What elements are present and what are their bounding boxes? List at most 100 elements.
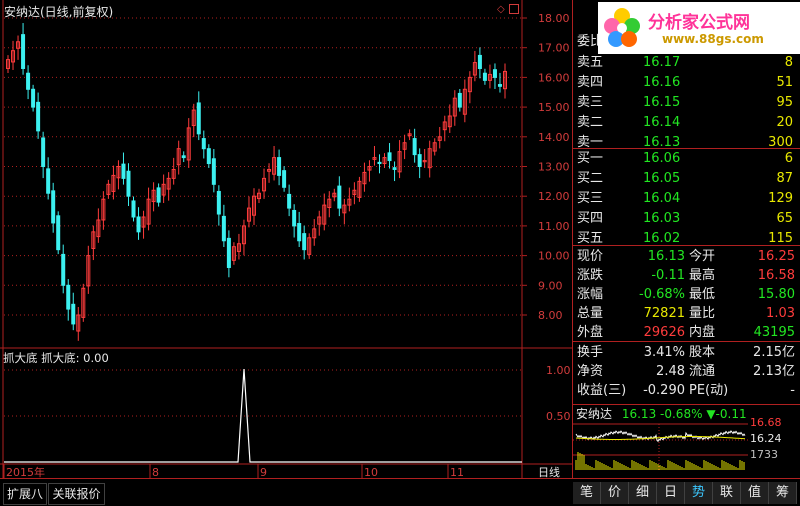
candle-body — [497, 84, 502, 87]
kline-svg[interactable]: 18.00 17.00 16.00 15.00 14.00 13.00 12.00 11.00… — [0, 0, 572, 478]
mini-intraday-chart[interactable] — [573, 422, 800, 472]
right-tab[interactable]: 日 — [657, 482, 685, 504]
bid-volume: 129 — [768, 191, 793, 206]
price-tick-label: 9.00 — [538, 279, 563, 292]
indicator-tick-label: 1.00 — [546, 364, 571, 377]
candle-body — [126, 170, 131, 197]
bid-volume: 6 — [784, 151, 793, 166]
candle-body — [457, 92, 462, 108]
price-tick-label: 8.00 — [538, 309, 563, 322]
price-tick-label: 11.00 — [538, 220, 570, 233]
candle-body — [387, 152, 392, 162]
finance-value: 2.13亿 — [753, 364, 795, 379]
candle-body — [181, 155, 186, 159]
candle-body — [297, 223, 302, 242]
price-tick-label: 17.00 — [538, 42, 570, 55]
quote-key: 涨跌 — [577, 268, 604, 283]
right-tab[interactable]: 值 — [741, 482, 769, 504]
indicator-title: 抓大底 抓大底: 0.00 — [3, 351, 109, 365]
date-label: 11 — [450, 466, 464, 478]
finance-value: 2.15亿 — [753, 345, 795, 360]
candle-body — [21, 34, 26, 69]
ask-volume: 8 — [784, 55, 793, 70]
candle-body — [51, 190, 56, 224]
right-tab[interactable]: 联 — [713, 482, 741, 504]
quote-key: 外盘 — [577, 325, 604, 340]
mini-volume: 1733 — [750, 448, 778, 461]
candle-body — [216, 190, 221, 215]
mini-pct: -0.68% — [660, 407, 703, 421]
tab-extension8[interactable]: 扩展八 — [3, 483, 47, 505]
quote-value: 16.25 — [757, 249, 795, 264]
right-tab[interactable]: 势 — [685, 482, 713, 504]
candle-body — [201, 138, 206, 150]
watermark-logo: 分析家公式网 www.88gs.com — [598, 2, 800, 54]
quote-row: 涨幅 -0.68% 最低 15.80 — [573, 284, 799, 305]
diamond-icon[interactable]: ◇ — [497, 4, 505, 15]
price-tick-label: 12.00 — [538, 190, 570, 203]
ask-volume: 20 — [776, 115, 793, 130]
candle-body — [61, 253, 66, 286]
quote-value: 72821 — [643, 306, 685, 321]
mini-change: ▼-0.11 — [706, 407, 747, 421]
ask-price: 16.15 — [643, 95, 681, 110]
bid-row[interactable]: 买一 16.06 6 — [573, 148, 799, 169]
candle-body — [377, 161, 382, 165]
candle-body — [56, 215, 61, 251]
quote-key: 最低 — [689, 287, 716, 302]
ask-row[interactable]: 卖四 16.16 51 — [573, 72, 799, 93]
candle-body — [66, 284, 71, 310]
candle-body — [417, 154, 422, 167]
candle-body — [136, 216, 141, 233]
finance-row: 净资 2.48 流通 2.13亿 — [573, 361, 799, 382]
finance-value: - — [790, 383, 795, 398]
quote-value: 1.03 — [766, 306, 795, 321]
finance-row: 换手 3.41% 股本 2.15亿 — [573, 342, 799, 363]
finance-key: PE(动) — [689, 383, 729, 398]
candle-body — [492, 69, 497, 78]
candle-body — [156, 187, 161, 203]
quote-row: 外盘 29626 内盘 43195 — [573, 322, 799, 343]
right-tab[interactable]: 细 — [629, 482, 657, 504]
price-tick-label: 18.00 — [538, 12, 570, 25]
quote-key: 内盘 — [689, 325, 716, 340]
bid-price: 16.04 — [643, 191, 681, 206]
ask-row[interactable]: 卖三 16.15 95 — [573, 92, 799, 113]
quote-row: 涨跌 -0.11 最高 16.58 — [573, 265, 799, 286]
right-tab[interactable]: 笔 — [573, 482, 601, 504]
quote-value: 29626 — [643, 325, 685, 340]
right-tab[interactable]: 价 — [601, 482, 629, 504]
period-label: 日线 — [538, 465, 560, 478]
ask-label: 卖四 — [577, 75, 604, 90]
quote-key: 今开 — [689, 249, 716, 264]
quote-value: 15.80 — [757, 287, 795, 302]
candle-body — [277, 157, 282, 176]
ask-row[interactable]: 卖五 16.17 8 — [573, 52, 799, 73]
candle-body — [206, 148, 211, 165]
bid-price: 16.06 — [643, 151, 681, 166]
bid-volume: 87 — [776, 171, 793, 186]
bid-row[interactable]: 买四 16.03 65 — [573, 208, 799, 229]
bid-row[interactable]: 买三 16.04 129 — [573, 188, 799, 209]
finance-value: -0.290 — [643, 383, 685, 398]
quote-key: 涨幅 — [577, 287, 604, 302]
chart-title: 安纳达(日线,前复权) — [4, 5, 114, 19]
candle-body — [226, 237, 231, 268]
ask-price: 16.17 — [643, 55, 681, 70]
finance-value: 2.48 — [656, 364, 685, 379]
kline-chart-area[interactable]: 18.00 17.00 16.00 15.00 14.00 13.00 12.00 11.00… — [0, 0, 572, 478]
candle-body — [282, 170, 287, 188]
quote-row: 现价 16.13 今开 16.25 — [573, 246, 799, 267]
maximize-icon[interactable] — [509, 4, 519, 14]
quote-key: 现价 — [577, 249, 604, 264]
quote-value: -0.11 — [651, 268, 685, 283]
ask-row[interactable]: 卖二 16.14 20 — [573, 112, 799, 133]
tab-related-quotes[interactable]: 关联报价 — [48, 483, 105, 505]
candle-body — [196, 102, 201, 135]
price-tick-label: 13.00 — [538, 161, 570, 174]
candle-body — [26, 72, 31, 90]
right-tab[interactable]: 筹 — [769, 482, 797, 504]
bid-row[interactable]: 买二 16.05 87 — [573, 168, 799, 189]
price-tick-label: 14.00 — [538, 131, 570, 144]
bid-price: 16.03 — [643, 211, 681, 226]
